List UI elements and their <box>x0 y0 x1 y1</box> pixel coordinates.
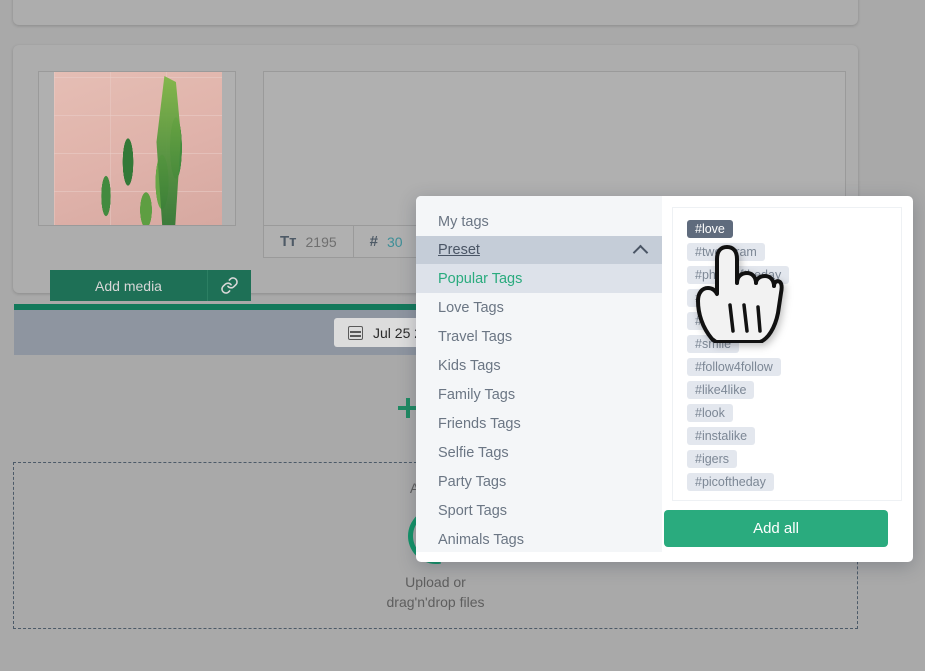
tag-row: #like4like <box>687 381 891 404</box>
top-card-partial <box>13 0 858 25</box>
tag-category-friends-tags[interactable]: Friends Tags <box>416 409 662 438</box>
tag-row: #picoftheday <box>687 473 891 496</box>
tag-category-party-tags[interactable]: Party Tags <box>416 467 662 496</box>
tag-category-label: Party Tags <box>438 473 507 490</box>
text-counter: Tᴛ 2195 <box>264 226 354 257</box>
tag-category-preset[interactable]: Preset <box>416 236 662 264</box>
tag-row: #amazing <box>687 312 891 335</box>
tag-category-kids-tags[interactable]: Kids Tags <box>416 351 662 380</box>
tag-pill-20likes[interactable]: #20likes <box>687 289 749 307</box>
tag-row: #20likes <box>687 289 891 312</box>
tag-row: #igers <box>687 450 891 473</box>
tag-category-label: Travel Tags <box>438 328 513 345</box>
tag-pill-follow4follow[interactable]: #follow4follow <box>687 358 781 376</box>
tag-pill-amazing[interactable]: #amazing <box>687 312 758 330</box>
tag-category-label: Sport Tags <box>438 502 508 519</box>
tag-category-label: My tags <box>438 213 489 230</box>
tag-picker-modal: My tags Preset Popular Tags Love Tags Travel… <box>416 196 913 562</box>
tag-row: #smile <box>687 335 891 358</box>
dropzone-line-2: drag'n'drop files <box>386 593 485 610</box>
tag-category-my-tags[interactable]: My tags <box>416 207 662 236</box>
text-size-icon: Tᴛ <box>280 233 297 250</box>
tag-pill-love[interactable]: #love <box>687 220 733 238</box>
tag-category-travel-tags[interactable]: Travel Tags <box>416 322 662 351</box>
dropzone-instructions: Upload or drag'n'drop files <box>387 572 485 612</box>
tag-category-label: Animals Tags <box>438 531 524 548</box>
tag-category-label: Popular Tags <box>438 270 523 287</box>
tag-category-label: Family Tags <box>438 386 516 403</box>
tag-pill-tweegram[interactable]: #tweegram <box>687 243 765 261</box>
tag-row: #tweegram <box>687 243 891 266</box>
hashtag-counter: # 30 <box>354 226 420 257</box>
tag-category-popular-tags[interactable]: Popular Tags <box>416 264 662 293</box>
hashtag-count-value: 30 <box>387 233 403 250</box>
tag-pill-instalike[interactable]: #instalike <box>687 427 756 445</box>
tag-row: #love <box>687 220 891 243</box>
add-media-button[interactable]: Add media <box>50 270 207 301</box>
tag-row: #photooftheday <box>687 266 891 289</box>
tag-category-label: Love Tags <box>438 299 504 316</box>
cactus-photo-icon <box>54 72 222 225</box>
hashtag-icon: # <box>369 233 379 250</box>
link-button[interactable] <box>207 270 251 301</box>
tag-category-love-tags[interactable]: Love Tags <box>416 293 662 322</box>
tag-category-label: Selfie Tags <box>438 444 509 461</box>
tag-category-label: Kids Tags <box>438 357 501 374</box>
tag-row: #look <box>687 404 891 427</box>
media-button-group: Add media <box>50 270 251 301</box>
tag-pill-photooftheday[interactable]: #photooftheday <box>687 266 790 284</box>
media-thumbnail[interactable] <box>38 71 236 226</box>
text-count-value: 2195 <box>305 233 337 250</box>
tag-pill-like4like[interactable]: #like4like <box>687 381 755 399</box>
add-all-button[interactable]: Add all <box>664 510 888 547</box>
plus-icon <box>397 398 418 418</box>
tag-category-label: Preset <box>438 242 480 258</box>
tag-category-family-tags[interactable]: Family Tags <box>416 380 662 409</box>
tag-row: #follow4follow <box>687 358 891 381</box>
tag-pill-igers[interactable]: #igers <box>687 450 738 468</box>
calendar-icon <box>348 325 363 340</box>
tag-pill-look[interactable]: #look <box>687 404 733 422</box>
tag-category-animals-tags[interactable]: Animals Tags <box>416 525 662 554</box>
dropzone-line-1: Upload or <box>405 573 466 590</box>
screen-root: Add media Tᴛ 2195 # 30 Jul 25 20 Upload … <box>0 0 925 671</box>
tag-category-list: My tags Preset Popular Tags Love Tags Travel… <box>416 196 662 552</box>
tag-list-panel[interactable]: #love #tweegram #photooftheday #20likes #ama… <box>672 207 902 501</box>
link-icon <box>221 277 238 294</box>
tag-category-selfie-tags[interactable]: Selfie Tags <box>416 438 662 467</box>
tag-row: #instalike <box>687 427 891 450</box>
tag-pill-smile[interactable]: #smile <box>687 335 740 353</box>
chevron-up-icon[interactable] <box>632 244 649 260</box>
tag-category-sport-tags[interactable]: Sport Tags <box>416 496 662 525</box>
tag-pill-picoftheday[interactable]: #picoftheday <box>687 473 774 491</box>
tag-category-label: Friends Tags <box>438 415 521 432</box>
